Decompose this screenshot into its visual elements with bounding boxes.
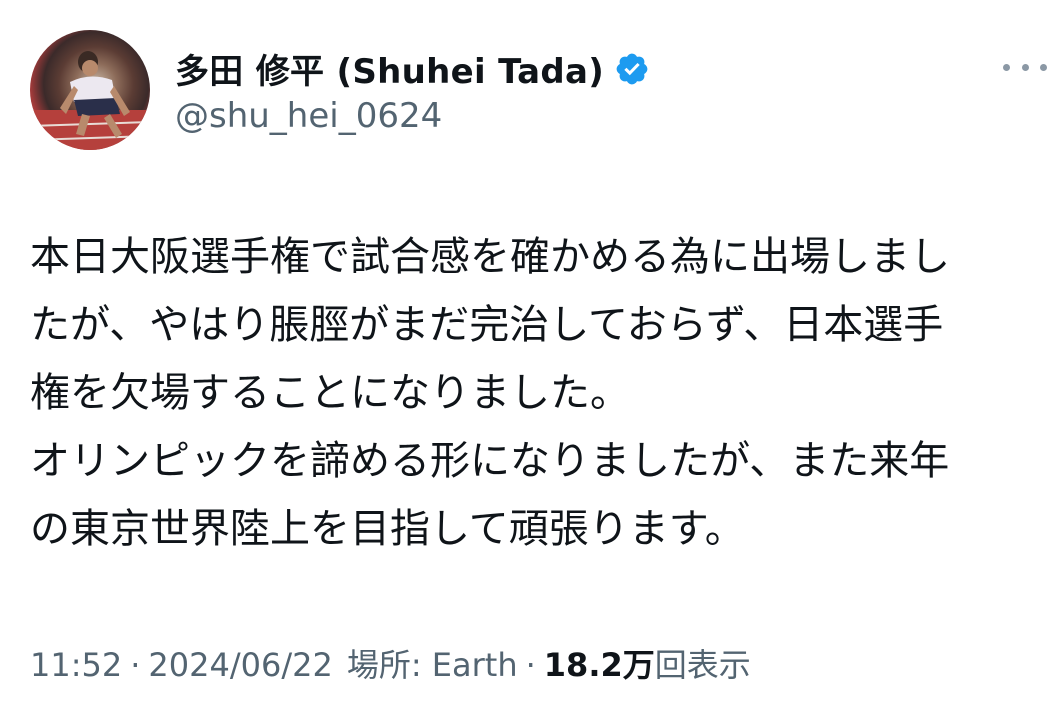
tweet-line: オリンピックを諦める形になりましたが、また来年 <box>30 438 950 484</box>
meta-separator: · <box>525 646 536 684</box>
sprinter-avatar-icon <box>30 51 150 150</box>
tweet-line: たが、やはり脹脛がまだ完治しておらず、日本選手 <box>30 302 944 348</box>
more-dot <box>1021 63 1029 71</box>
views-count[interactable]: 18.2万 <box>544 640 655 686</box>
more-dot <box>1003 63 1010 71</box>
more-dot <box>1040 63 1047 71</box>
tweet-text: 本日大阪選手権で試合感を確かめる為に出場しまし たが、やはり脹脛がまだ完治してお… <box>30 223 1055 563</box>
avatar[interactable] <box>30 30 150 150</box>
display-name[interactable]: 多田 修平 (Shuhei Tada) <box>175 44 604 93</box>
tweet-card: 多田 修平 (Shuhei Tada) @shu_hei_0624 本日大阪選手… <box>0 0 1063 710</box>
author-name-row: 多田 修平 (Shuhei Tada) <box>175 44 650 93</box>
verified-badge-icon <box>614 51 650 87</box>
tweet-line: 本日大阪選手権で試合感を確かめる為に出場しまし <box>30 234 950 280</box>
meta-separator: · <box>130 646 141 684</box>
tweet-line: 権を欠場することになりました。 <box>30 370 630 416</box>
tweet-location: 場所: Earth <box>346 646 518 684</box>
tweet-date[interactable]: 2024/06/22 <box>148 646 332 684</box>
author-handle[interactable]: @shu_hei_0624 <box>175 96 442 136</box>
views-label: 回表示 <box>654 646 751 684</box>
tweet-time[interactable]: 11:52 <box>30 646 122 684</box>
more-options-icon[interactable] <box>1003 54 1047 80</box>
tweet-meta: 11:52 · 2024/06/22 場所: Earth · 18.2万 回表示 <box>30 640 751 686</box>
tweet-line: の東京世界陸上を目指して頑張ります。 <box>30 506 745 552</box>
